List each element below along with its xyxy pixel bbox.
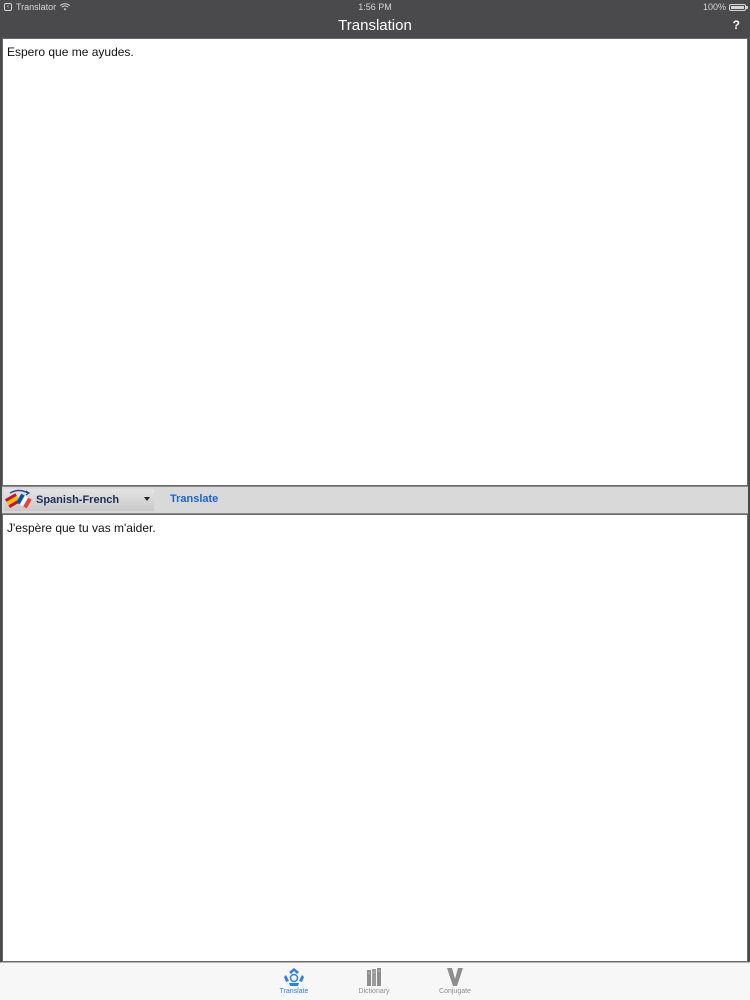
battery-icon <box>729 3 748 11</box>
tab-conjugate-label: Conjugate <box>439 988 471 995</box>
chevron-down-icon <box>144 497 150 501</box>
language-pair-label: Spanish-French <box>36 494 120 506</box>
app-window: ‹ Translator 1:56 PM 100% Translation ? … <box>0 0 750 1000</box>
source-text-input[interactable]: Espero que me ayudes. <box>3 39 747 485</box>
tab-translate[interactable]: Translate <box>264 965 324 999</box>
page-title: Translation <box>338 17 412 34</box>
language-pair-selector[interactable]: Spanish-French <box>4 489 154 511</box>
status-bar: ‹ Translator 1:56 PM 100% <box>0 0 750 14</box>
status-time: 1:56 PM <box>358 2 392 12</box>
translate-toolbar: Spanish-French Translate <box>2 486 748 514</box>
battery-fill <box>731 5 744 9</box>
translate-button[interactable]: Translate <box>170 493 218 505</box>
flags-icon <box>4 489 32 509</box>
nav-bar: Translation ? <box>0 14 750 38</box>
tab-translate-label: Translate <box>279 988 309 995</box>
status-right: 100% <box>702 2 748 12</box>
tab-conjugate[interactable]: Conjugate <box>425 965 485 999</box>
tab-dictionary[interactable]: Dictionary <box>344 965 404 999</box>
source-text-pane: Espero que me ayudes. <box>2 38 748 486</box>
target-text-pane: J'espère que tu vas m'aider. <box>2 514 748 962</box>
battery-percent: 100% <box>702 2 726 12</box>
translate-icon <box>284 968 304 986</box>
tab-bar: Translate Dictionary Conjugate <box>0 962 750 1000</box>
target-text-output[interactable]: J'espère que tu vas m'aider. <box>3 515 747 961</box>
conjugate-icon <box>447 968 463 986</box>
dictionary-icon <box>367 968 381 986</box>
tab-dictionary-label: Dictionary <box>358 988 390 995</box>
help-button[interactable]: ? <box>733 18 740 32</box>
